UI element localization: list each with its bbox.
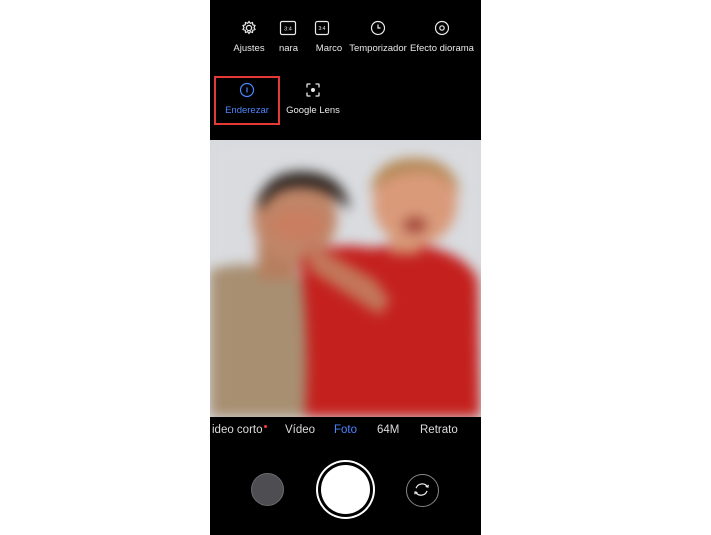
highlight-annotation: [214, 76, 280, 125]
mode-portrait[interactable]: Retrato: [420, 424, 458, 436]
diorama-button[interactable]: Efecto diorama: [407, 14, 477, 54]
switch-camera-button[interactable]: [406, 474, 439, 507]
camera-app-screen: Ajustes 3:4 nara 3:4 Marco Temporizador: [210, 0, 481, 535]
shutter-button[interactable]: [321, 465, 370, 514]
frame-icon: 3:4: [314, 20, 330, 36]
svg-text:3:4: 3:4: [284, 26, 292, 32]
new-badge-dot: [263, 425, 267, 428]
mode-photo[interactable]: Foto: [334, 424, 357, 436]
mode-video[interactable]: Vídeo: [285, 424, 315, 436]
camera-settings-row: Ajustes 3:4 nara 3:4 Marco Temporizador: [210, 14, 481, 62]
settings-label: Ajustes: [233, 43, 265, 54]
mode-short-video[interactable]: ideo corto: [212, 424, 267, 436]
gear-icon: [242, 20, 256, 35]
diorama-icon: [434, 20, 450, 36]
svg-text:3:4: 3:4: [319, 26, 326, 32]
aspect-ratio-icon: 3:4: [279, 20, 297, 36]
settings-button[interactable]: Ajustes: [214, 14, 284, 54]
timer-label: Temporizador: [349, 43, 407, 54]
mode-64m[interactable]: 64M: [377, 424, 399, 436]
timer-button[interactable]: Temporizador: [343, 14, 413, 54]
switch-camera-icon: [414, 483, 429, 496]
camera-mode-selector: ideo corto Vídeo Foto 64M Retrato: [210, 420, 481, 442]
viewfinder-preview-image: [210, 140, 481, 417]
gallery-thumbnail-button[interactable]: [251, 473, 284, 506]
timer-icon: [370, 20, 386, 36]
google-lens-button[interactable]: Google Lens: [278, 72, 348, 116]
diorama-label: Efecto diorama: [410, 43, 474, 54]
google-lens-icon: [306, 83, 320, 97]
camera-viewfinder[interactable]: [210, 140, 481, 417]
google-lens-label: Google Lens: [286, 105, 340, 116]
